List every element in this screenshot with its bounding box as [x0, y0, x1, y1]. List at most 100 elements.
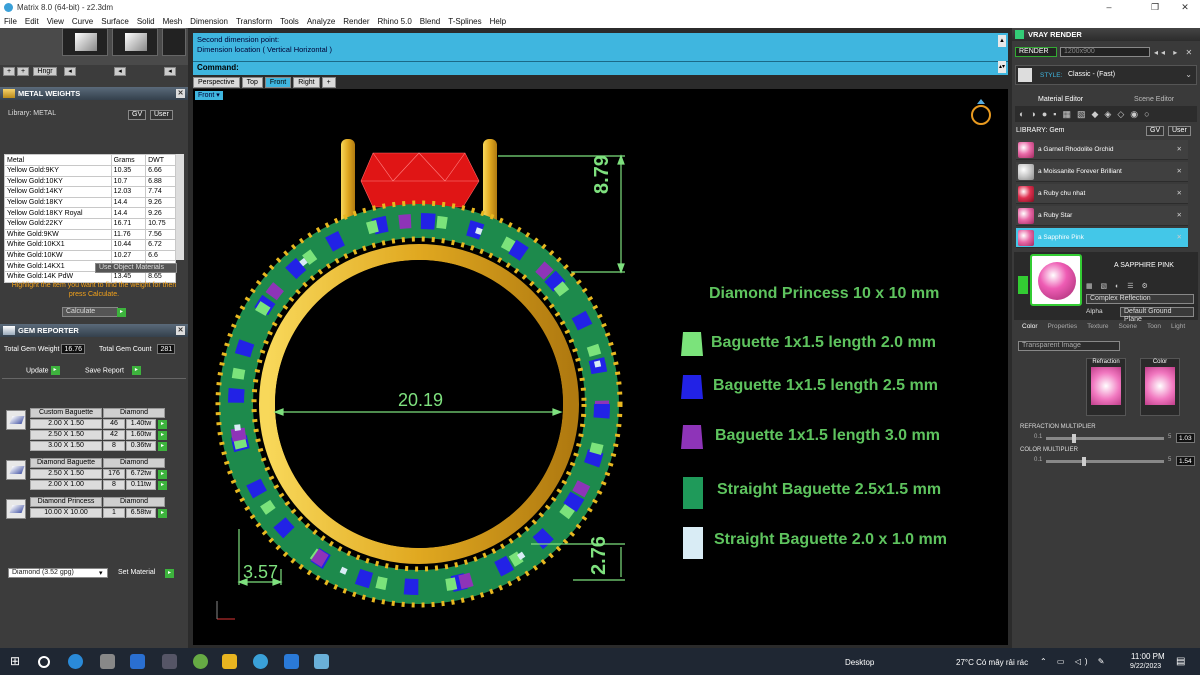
add-icon[interactable]: +	[3, 67, 15, 76]
menu-curve[interactable]: Curve	[68, 17, 97, 26]
thumbnail-2[interactable]	[112, 28, 158, 56]
viewport-label[interactable]: Front ▾	[195, 91, 223, 100]
store-icon[interactable]	[100, 654, 115, 669]
material-item[interactable]: a Moissanite Forever Brilliant ✕	[1016, 162, 1188, 182]
user-toggle[interactable]: User	[1168, 126, 1191, 136]
menu-tools[interactable]: Tools	[276, 17, 303, 26]
table-row[interactable]: Yellow Gold:14KY 12.03 7.74	[4, 186, 176, 198]
table-row[interactable]: Yellow Gold:10KY 10.7 6.88	[4, 175, 176, 188]
close-icon[interactable]: ✕	[1177, 162, 1182, 182]
table-row[interactable]: Yellow Gold:22KY 16.71 10.75	[4, 217, 176, 230]
select-gem-icon[interactable]: ▸	[158, 481, 167, 490]
matrix-taskbar-icon[interactable]	[253, 654, 268, 669]
close-icon[interactable]: ✕	[176, 326, 185, 335]
mail-icon[interactable]	[130, 654, 145, 669]
tab-right[interactable]: Right	[293, 77, 320, 88]
menu-render[interactable]: Render	[339, 17, 373, 26]
select-gem-icon[interactable]: ▸	[158, 442, 167, 451]
close-icon[interactable]: ✕	[1177, 184, 1182, 204]
close-icon[interactable]: ✕	[176, 89, 185, 98]
tab-texture[interactable]: Texture	[1087, 323, 1108, 333]
menu-surface[interactable]: Surface	[97, 17, 133, 26]
complex-reflection-select[interactable]: Complex Reflection	[1086, 294, 1194, 304]
close-icon[interactable]: ✕	[1177, 206, 1182, 226]
menu-transform[interactable]: Transform	[232, 17, 276, 26]
select-gem-icon[interactable]: ▸	[158, 470, 167, 479]
prev-icon-2[interactable]: ◂	[114, 67, 126, 76]
chrome-icon[interactable]	[193, 654, 208, 669]
close-icon[interactable]: ✕	[1177, 228, 1182, 248]
tray-icons[interactable]: ⌃ ▭ ◁) ✎	[1040, 657, 1108, 666]
prev-icon-3[interactable]: ◂	[164, 67, 176, 76]
menu-dimension[interactable]: Dimension	[186, 17, 232, 26]
table-row[interactable]: White Gold:10KW 10.27 6.6	[4, 249, 176, 262]
menu-analyze[interactable]: Analyze	[303, 17, 339, 26]
set-material-button[interactable]: Set Material	[118, 569, 155, 576]
material-item[interactable]: a Ruby Star ✕	[1016, 206, 1188, 226]
material-action-icons[interactable]: ▦ ▧ ◐ ☰ ⚙	[1086, 282, 1151, 290]
edge-icon[interactable]	[68, 654, 83, 669]
table-row[interactable]: Yellow Gold:18KY 14.4 9.26	[4, 196, 176, 209]
menu-edit[interactable]: Edit	[21, 17, 43, 26]
menu-view[interactable]: View	[43, 17, 68, 26]
clock-time[interactable]: 11:00 PM	[1131, 652, 1165, 661]
prev-icon[interactable]: ◂	[64, 67, 76, 76]
table-row[interactable]: Yellow Gold:18KY Royal 14.4 9.26	[4, 207, 176, 219]
menu-mesh[interactable]: Mesh	[159, 17, 187, 26]
tab-perspective[interactable]: Perspective	[193, 77, 240, 88]
table-scrollbar[interactable]	[176, 154, 184, 260]
gv-toggle[interactable]: GV	[1146, 126, 1165, 136]
hinge-button[interactable]: Hngr	[33, 67, 57, 76]
restore-icon[interactable]: ❐	[1142, 0, 1168, 14]
tab-material-editor[interactable]: Material Editor	[1038, 96, 1083, 103]
material-item[interactable]: a Garnet Rhodolite Orchid ✕	[1016, 140, 1188, 160]
save-report-button[interactable]: Save Report	[85, 367, 124, 374]
menu-rhino[interactable]: Rhino 5.0	[374, 17, 416, 26]
add-icon-2[interactable]: +	[17, 67, 29, 76]
slider-thumb[interactable]	[1082, 457, 1086, 466]
render-button[interactable]: RENDER	[1015, 47, 1057, 57]
tab-light[interactable]: Light	[1171, 323, 1185, 333]
notification-icon[interactable]: ▤	[1176, 656, 1185, 667]
clock-date[interactable]: 9/22/2023	[1130, 663, 1161, 670]
table-row[interactable]: White Gold:9KW 11.76 7.56	[4, 228, 176, 241]
set-material-go-icon[interactable]: ▸	[165, 569, 174, 578]
scroll-down-icon[interactable]: ▴▾	[998, 61, 1006, 73]
use-object-materials-checkbox[interactable]: Use Object Materials	[95, 263, 177, 273]
update-button[interactable]: Update	[26, 367, 49, 374]
close-icon[interactable]: ✕	[1177, 140, 1182, 160]
menu-blend[interactable]: Blend	[416, 17, 444, 26]
select-gem-icon[interactable]: ▸	[158, 420, 167, 429]
save-go-icon[interactable]: ▸	[131, 366, 141, 375]
tab-properties[interactable]: Properties	[1048, 323, 1078, 333]
tab-color[interactable]: Color	[1022, 323, 1038, 333]
table-row[interactable]: White Gold:10KX1 10.44 6.72	[4, 239, 176, 251]
thumbnail-1[interactable]	[62, 28, 108, 56]
collapse-arrow-icon[interactable]	[1018, 276, 1028, 294]
table-row[interactable]: Yellow Gold:9KY 10.35 6.66	[4, 165, 176, 177]
menu-solid[interactable]: Solid	[133, 17, 159, 26]
file-explorer-icon[interactable]	[222, 654, 237, 669]
calculate-button[interactable]: Calculate	[62, 307, 118, 317]
scroll-up-icon[interactable]: ▲	[998, 35, 1006, 47]
zalo-icon[interactable]	[284, 654, 299, 669]
select-gem-icon[interactable]: ▸	[158, 431, 167, 440]
front-viewport[interactable]: Front ▾ 8.79 2.76 20.19 3.57 Diamond Pri…	[193, 89, 1008, 645]
thumbnail-3[interactable]	[162, 28, 186, 56]
transparent-image-select[interactable]: Transparent Image	[1018, 341, 1120, 351]
tab-scene[interactable]: Scene	[1119, 323, 1137, 333]
calculate-go-icon[interactable]: ▸	[117, 308, 126, 317]
dwt-toggle[interactable]: GV	[128, 110, 147, 120]
user-toggle[interactable]: User	[150, 110, 173, 120]
material-select[interactable]: Diamond (3.52 gpg)	[8, 568, 108, 578]
close-icon[interactable]: ✕	[1172, 0, 1198, 14]
minimize-icon[interactable]: –	[1096, 0, 1122, 14]
menu-file[interactable]: File	[0, 17, 21, 26]
ground-plane-select[interactable]: Default Ground Plane	[1120, 307, 1194, 323]
command-input[interactable]: Command:	[193, 61, 1008, 73]
tab-toon[interactable]: Toon	[1147, 323, 1161, 333]
windows-start-icon[interactable]: ⊞	[10, 654, 25, 669]
resolution-field[interactable]: 1200x900	[1060, 47, 1150, 57]
refraction-multiplier-slider[interactable]: 0.1 5 1.03	[1020, 433, 1198, 443]
weather-text[interactable]: 27°C Có mây rải rác	[956, 658, 1028, 667]
